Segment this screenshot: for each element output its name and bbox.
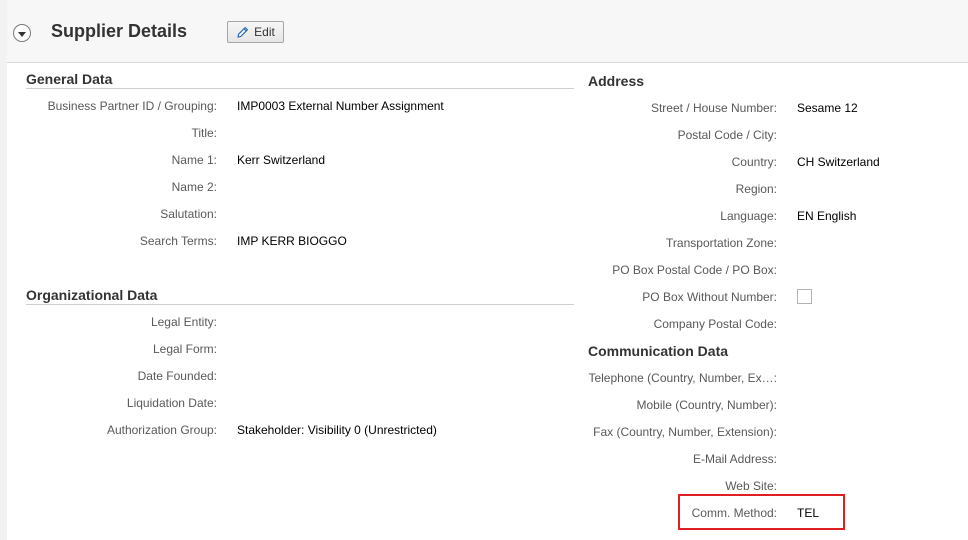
field-row: Business Partner ID / Grouping: IMP0003 … (7, 98, 567, 116)
field-value: CH Switzerland (797, 155, 880, 169)
field-row: Authorization Group: Stakeholder: Visibi… (7, 422, 567, 440)
field-value: IMP0003 External Number Assignment (237, 99, 444, 113)
field-row: Date Founded: (7, 368, 567, 386)
field-label: Fax (Country, Number, Extension): (593, 425, 777, 439)
field-label: Mobile (Country, Number): (636, 398, 777, 412)
field-row: Liquidation Date: (7, 395, 567, 413)
section-title-communication-data: Communication Data (588, 343, 729, 359)
field-label: Search Terms: (139, 234, 217, 248)
field-label: Legal Form: (152, 342, 217, 356)
edit-button[interactable]: Edit (227, 21, 284, 43)
field-row: PO Box Postal Code / PO Box: (577, 262, 968, 280)
chevron-down-icon (18, 31, 26, 37)
field-label: Date Founded: (137, 369, 217, 383)
field-row: Legal Entity: (7, 314, 567, 332)
highlight-box (678, 494, 845, 530)
field-label: Telephone (Country, Number, Ex…: (588, 371, 777, 385)
edit-button-label: Edit (254, 25, 275, 39)
field-label: Country: (731, 155, 777, 169)
panel-header: Supplier Details Edit (7, 0, 968, 63)
supplier-details-panel: Supplier Details Edit General Data Busin… (7, 0, 968, 540)
field-row: Name 1: Kerr Switzerland (7, 152, 567, 170)
pencil-icon (237, 26, 249, 38)
field-value: IMP KERR BIOGGO (237, 234, 347, 248)
left-edge (0, 0, 7, 540)
field-value: Kerr Switzerland (237, 153, 326, 167)
field-label: PO Box Postal Code / PO Box: (612, 263, 777, 277)
field-label: E-Mail Address: (692, 452, 777, 466)
field-row: Legal Form: (7, 341, 567, 359)
field-row: Salutation: (7, 206, 567, 224)
field-label: Postal Code / City: (677, 128, 777, 142)
field-label: Authorization Group: (106, 423, 217, 437)
field-row: E-Mail Address: (577, 451, 968, 469)
field-value: EN English (797, 209, 857, 223)
field-label: Street / House Number: (650, 101, 777, 115)
field-row: Transportation Zone: (577, 235, 968, 253)
field-label: Legal Entity: (150, 315, 217, 329)
field-row: Region: (577, 181, 968, 199)
field-value: Sesame 12 (797, 101, 858, 115)
field-label: PO Box Without Number: (642, 290, 777, 304)
field-label: Liquidation Date: (126, 396, 217, 410)
field-row: Postal Code / City: (577, 127, 968, 145)
field-label: Company Postal Code: (653, 317, 777, 331)
field-label: Name 1: (171, 153, 217, 167)
field-row: Language: EN English (577, 208, 968, 226)
field-value: Stakeholder: Visibility 0 (Unrestricted) (237, 423, 437, 437)
field-label: Business Partner ID / Grouping: (47, 99, 217, 113)
field-label: Language: (720, 209, 777, 223)
field-row: Mobile (Country, Number): (577, 397, 968, 415)
field-row: Street / House Number: Sesame 12 (577, 100, 968, 118)
field-row: Name 2: (7, 179, 567, 197)
field-label: Title: (191, 126, 217, 140)
field-label: Region: (735, 182, 777, 196)
field-label: Name 2: (171, 180, 217, 194)
section-title-address: Address (588, 73, 645, 89)
field-row: Country: CH Switzerland (577, 154, 968, 172)
field-row: PO Box Without Number: (577, 289, 968, 307)
collapse-toggle-button[interactable] (13, 24, 31, 42)
field-row: Telephone (Country, Number, Ex…: (577, 370, 968, 388)
field-label: Web Site: (725, 479, 777, 493)
page-title: Supplier Details (51, 21, 188, 41)
field-label: Salutation: (160, 207, 217, 221)
po-box-without-number-checkbox[interactable] (797, 289, 812, 304)
field-row: Search Terms: IMP KERR BIOGGO (7, 233, 567, 251)
section-title-general-data: General Data (26, 71, 574, 89)
field-row: Fax (Country, Number, Extension): (577, 424, 968, 442)
field-label: Transportation Zone: (666, 236, 777, 250)
section-title-organizational-data: Organizational Data (26, 287, 574, 305)
field-row: Company Postal Code: (577, 316, 968, 334)
field-row: Title: (7, 125, 567, 143)
